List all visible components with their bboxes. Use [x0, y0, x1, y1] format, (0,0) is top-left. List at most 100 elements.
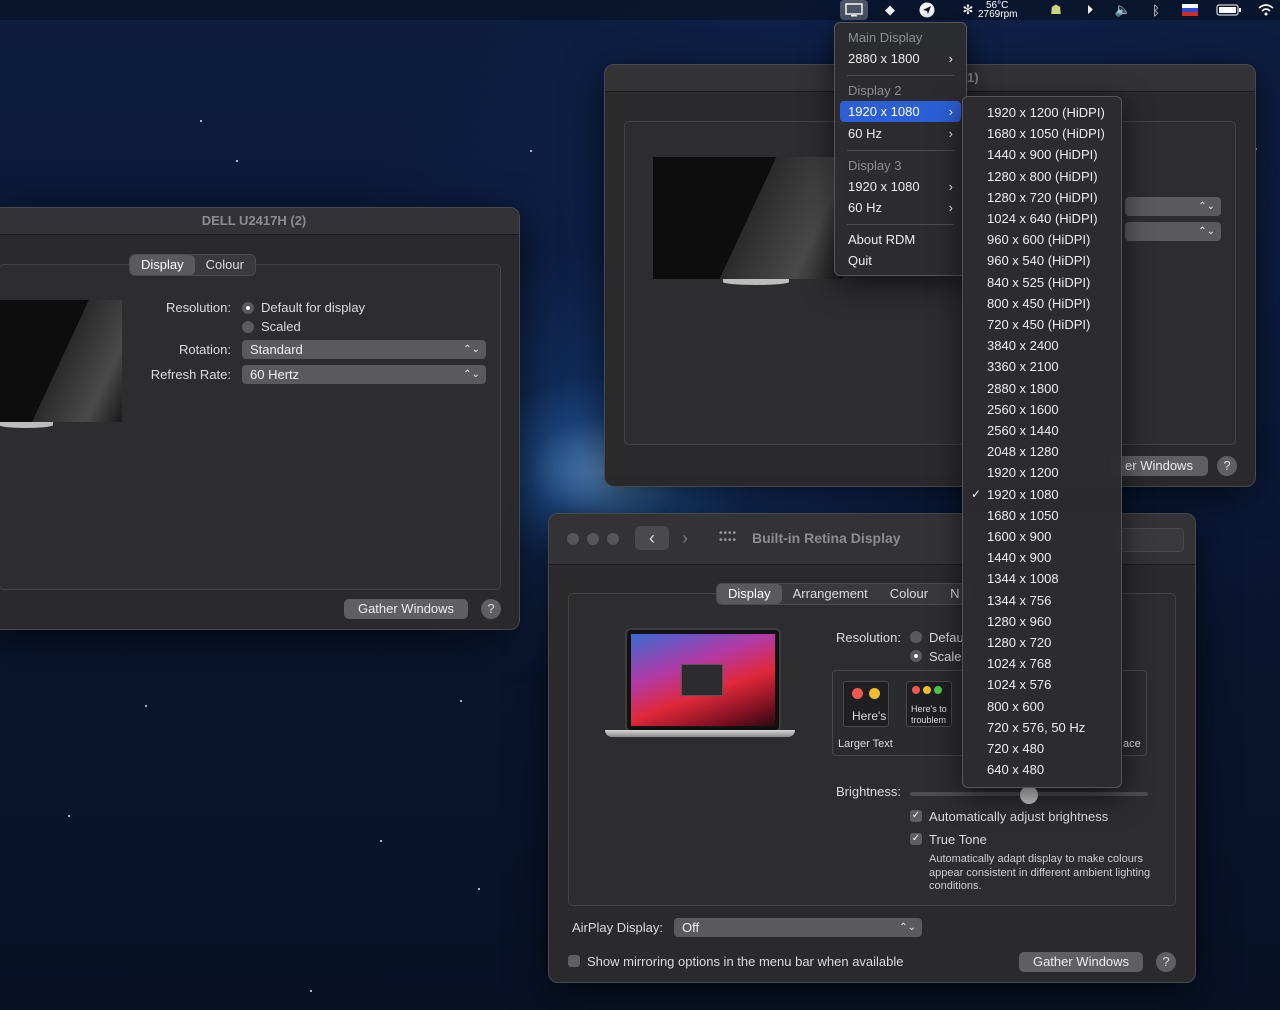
dropbox-icon[interactable]: ◆ [878, 0, 902, 20]
resolution-option[interactable]: 960 x 600 (HiDPI) [987, 229, 1090, 250]
scaled-radio[interactable] [242, 321, 254, 333]
tab-colour[interactable]: Colour [879, 584, 939, 604]
resolution-option[interactable]: 1280 x 800 (HiDPI) [987, 166, 1098, 187]
resolution-option[interactable]: 1920 x 1200 (HiDPI) [987, 102, 1105, 123]
display-3-refresh-item[interactable]: 60 Hz › [840, 197, 961, 218]
default-for-display-radio[interactable] [242, 302, 254, 314]
scaled-label[interactable]: Scaled [261, 319, 301, 334]
resolution-option[interactable]: 840 x 525 (HiDPI) [987, 272, 1090, 293]
wifi-icon[interactable] [1256, 0, 1276, 20]
resolution-option[interactable]: 2560 x 1440 [987, 420, 1059, 441]
display-3-resolution-item[interactable]: 1920 x 1080 › [840, 176, 961, 197]
resolution-option[interactable]: 1680 x 1050 [987, 505, 1059, 526]
resolution-option[interactable]: 3840 x 2400 [987, 335, 1059, 356]
tab-display[interactable]: Display [717, 584, 782, 604]
default-radio[interactable] [910, 631, 922, 643]
close-button[interactable] [567, 533, 579, 545]
menu-separator [847, 224, 954, 225]
resolution-option[interactable]: 1280 x 720 [987, 632, 1051, 653]
refresh-rate-select[interactable]: 60 Hertz ⌃⌄ [242, 365, 486, 384]
mirroring-checkbox[interactable] [568, 955, 580, 967]
gather-windows-button[interactable]: Gather Windows [1019, 952, 1143, 972]
display-icon[interactable] [840, 0, 868, 20]
true-tone-label[interactable]: True Tone [929, 832, 987, 847]
bluetooth-icon[interactable]: ᛒ [1148, 0, 1164, 20]
main-display-resolution-item[interactable]: 2880 x 1800 › [840, 48, 961, 69]
scaled-label[interactable]: Scale [929, 649, 962, 664]
select-hidden-1[interactable]: ⌃⌄ [1125, 197, 1221, 216]
default-label[interactable]: Defau [929, 630, 964, 645]
stepper-icon: ⌃⌄ [463, 344, 480, 355]
airplay-select[interactable]: Off ⌃⌄ [674, 918, 922, 937]
resolution-option[interactable]: 1024 x 640 (HiDPI) [987, 208, 1098, 229]
resolution-option[interactable]: 720 x 480 [987, 738, 1044, 759]
resolution-option[interactable]: 720 x 450 (HiDPI) [987, 314, 1090, 335]
monitor-stand [0, 422, 53, 428]
auto-brightness-label[interactable]: Automatically adjust brightness [929, 809, 1108, 824]
true-tone-checkbox[interactable]: ✓ [910, 833, 922, 845]
resolution-option[interactable]: 2048 x 1280 [987, 441, 1059, 462]
mirroring-label[interactable]: Show mirroring options in the menu bar w… [587, 954, 904, 969]
resolution-option[interactable]: 3360 x 2100 [987, 356, 1059, 377]
monitor-stand [723, 279, 789, 285]
show-all-grid-icon[interactable]: •••• •••• [719, 529, 737, 546]
chevron-right-icon: › [948, 51, 953, 66]
resolution-option[interactable]: 1344 x 1008 [987, 568, 1059, 589]
back-button[interactable]: ‹ [635, 526, 669, 550]
resolution-option[interactable]: 1344 x 756 [987, 590, 1051, 611]
fan-icon[interactable]: ✻ [958, 0, 978, 20]
resolution-label: Resolution: [835, 630, 901, 645]
flag-icon[interactable] [1180, 0, 1200, 20]
temperature-readout[interactable]: 56°C 2769rpm [978, 0, 1024, 20]
telegram-icon[interactable] [916, 0, 938, 20]
scaled-radio[interactable] [910, 650, 922, 662]
resolution-option[interactable]: 1440 x 900 (HiDPI) [987, 144, 1098, 165]
resolution-option[interactable]: 800 x 450 (HiDPI) [987, 293, 1090, 314]
default-for-display-label[interactable]: Default for display [261, 300, 365, 315]
help-button[interactable]: ? [481, 599, 501, 619]
medium-thumbnail[interactable]: Here's to troublem [906, 681, 952, 727]
rotation-select[interactable]: Standard ⌃⌄ [242, 340, 486, 359]
resolution-option[interactable]: 1920 x 1080 [987, 484, 1059, 505]
select-hidden-2[interactable]: ⌃⌄ [1125, 222, 1221, 241]
tab-bar: Display Colour [129, 254, 256, 276]
search-field[interactable] [1114, 528, 1184, 552]
resolution-option[interactable]: 1280 x 960 [987, 611, 1051, 632]
resolution-option[interactable]: 720 x 576, 50 Hz [987, 717, 1085, 738]
resolution-option[interactable]: 960 x 540 (HiDPI) [987, 250, 1090, 271]
quit-item[interactable]: Quit [840, 250, 961, 271]
tab-display[interactable]: Display [130, 255, 195, 275]
resolution-option[interactable]: 1600 x 900 [987, 526, 1051, 547]
help-button[interactable]: ? [1217, 456, 1237, 476]
gather-windows-button[interactable]: Gather Windows [344, 599, 468, 619]
about-rdm-item[interactable]: About RDM [840, 229, 961, 250]
gather-windows-button[interactable]: er Windows [1110, 456, 1208, 476]
resolution-option[interactable]: 1680 x 1050 (HiDPI) [987, 123, 1105, 144]
display-2-resolution-item[interactable]: 1920 x 1080 › [840, 101, 961, 122]
tab-bar: Display Arrangement Colour N [716, 583, 972, 605]
resolution-option[interactable]: 1024 x 576 [987, 674, 1051, 695]
volume-icon[interactable]: 🔈 [1112, 0, 1134, 20]
auto-brightness-checkbox[interactable]: ✓ [910, 810, 922, 822]
brightness-slider-knob[interactable] [1020, 786, 1038, 804]
forward-button[interactable]: › [675, 526, 695, 550]
resolution-option[interactable]: 1920 x 1200 [987, 462, 1059, 483]
resolution-option[interactable]: 2880 x 1800 [987, 378, 1059, 399]
resolution-option[interactable]: 1280 x 720 (HiDPI) [987, 187, 1098, 208]
resolution-option[interactable]: 800 x 600 [987, 696, 1044, 717]
tab-arrangement[interactable]: Arrangement [782, 584, 879, 604]
battery-icon[interactable] [1214, 0, 1244, 20]
resolution-option[interactable]: 640 x 480 [987, 759, 1044, 780]
minimize-button[interactable] [587, 533, 599, 545]
larger-text-thumbnail[interactable]: Here's [843, 681, 889, 727]
menu-item-label: 1920 x 1080 [848, 179, 920, 194]
play-icon[interactable]: ⏵ [1080, 0, 1100, 20]
resolution-option[interactable]: 2560 x 1600 [987, 399, 1059, 420]
display-2-refresh-item[interactable]: 60 Hz › [840, 123, 961, 144]
resolution-option[interactable]: 1024 x 768 [987, 653, 1051, 674]
android-icon[interactable]: ☗ [1046, 0, 1066, 20]
zoom-button[interactable] [607, 533, 619, 545]
tab-colour[interactable]: Colour [195, 255, 255, 275]
help-button[interactable]: ? [1156, 952, 1176, 972]
resolution-option[interactable]: 1440 x 900 [987, 547, 1051, 568]
